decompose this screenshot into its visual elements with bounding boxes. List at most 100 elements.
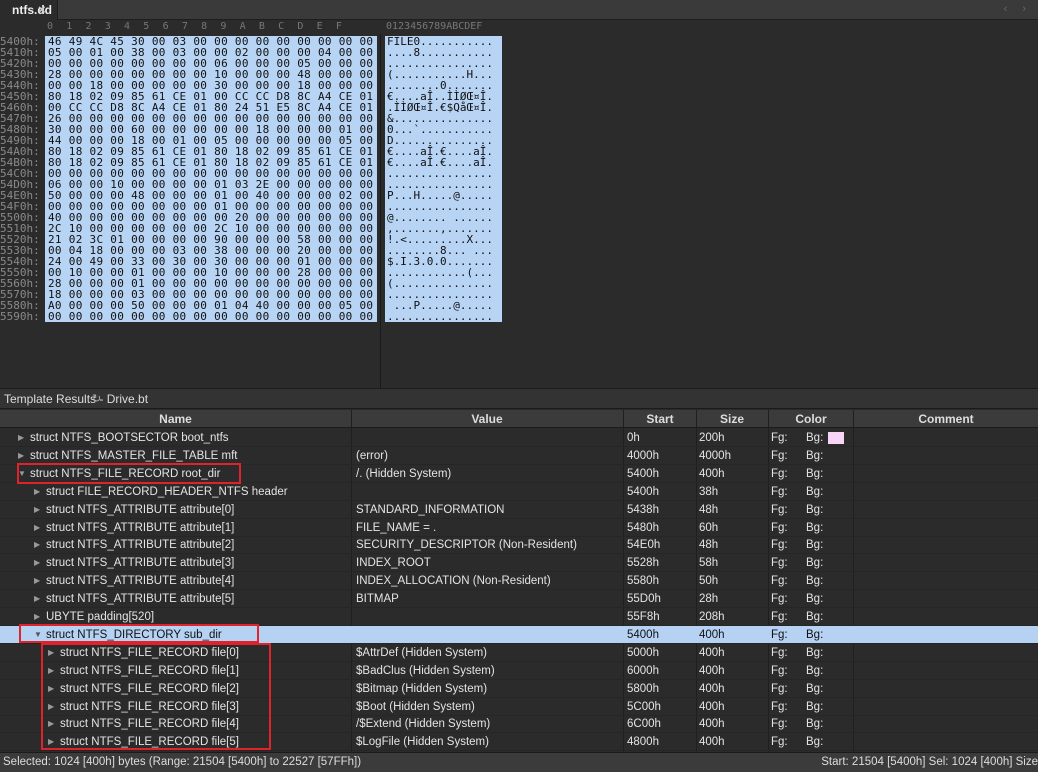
name-cell[interactable]: ▶ struct FILE_RECORD_HEADER_NTFS header: [0, 483, 351, 501]
table-row[interactable]: ▶ struct NTFS_ATTRIBUTE attribute[5] BITMA…: [0, 590, 1038, 609]
name-cell[interactable]: ▶ UBYTE padding[520]: [0, 608, 351, 626]
bg-color-swatch[interactable]: [828, 432, 844, 444]
name-text: struct NTFS_FILE_RECORD file[2]: [60, 682, 239, 695]
fg-cell: Fg:: [771, 682, 788, 695]
table-row[interactable]: ▶ struct NTFS_FILE_RECORD file[1] $BadClus…: [0, 662, 1038, 680]
close-icon[interactable]: ×: [38, 2, 46, 17]
file-tab[interactable]: ntfs.dd ×: [0, 0, 58, 20]
name-cell[interactable]: ▶ struct NTFS_BOOTSECTOR boot_ntfs: [0, 429, 351, 447]
value-cell: FILE_NAME = .: [356, 521, 437, 534]
table-row[interactable]: ▶ UBYTE padding[520] 55F8h 208h Fg: Bg:: [0, 608, 1038, 626]
table-row[interactable]: ▼ struct NTFS_DIRECTORY sub_dir 5400h 400h F…: [0, 625, 1038, 644]
collapsed-triangle-icon[interactable]: ▶: [34, 483, 40, 501]
table-row[interactable]: ▶ struct NTFS_ATTRIBUTE attribute[0] STAND…: [0, 501, 1038, 519]
bg-cell: Bg:: [806, 575, 824, 588]
fg-cell: Fg:: [771, 700, 788, 713]
name-cell[interactable]: ▼ struct NTFS_FILE_RECORD root_dir: [0, 465, 351, 483]
name-cell[interactable]: ▶ struct NTFS_ATTRIBUTE attribute[5]: [0, 590, 351, 608]
size-cell: 208h: [699, 611, 725, 623]
column-header-start[interactable]: Start: [624, 412, 696, 426]
name-text: struct NTFS_FILE_RECORD file[4]: [60, 718, 239, 731]
hex-row-bytes[interactable]: 00 00 00 00 00 00 00 00 00 00 00 00 00 0…: [45, 311, 377, 322]
table-row[interactable]: ▼ struct NTFS_FILE_RECORD root_dir /. (Hid…: [0, 465, 1038, 483]
table-row[interactable]: ▶ struct FILE_RECORD_HEADER_NTFS header 54…: [0, 483, 1038, 501]
value-cell: $LogFile (Hidden System): [356, 736, 489, 749]
expanded-triangle-icon[interactable]: ▼: [18, 465, 26, 483]
collapsed-triangle-icon[interactable]: ▶: [18, 447, 24, 465]
hex-row-ascii[interactable]: ................: [385, 311, 502, 322]
collapsed-triangle-icon[interactable]: ▶: [18, 429, 24, 447]
hex-row-address: 5590h:: [0, 310, 40, 323]
size-cell: 400h: [699, 718, 725, 731]
table-row[interactable]: ▶ struct NTFS_FILE_RECORD file[3] $Boot (H…: [0, 698, 1038, 716]
expanded-triangle-icon[interactable]: ▼: [34, 626, 42, 644]
name-cell[interactable]: ▶ struct NTFS_ATTRIBUTE attribute[4]: [0, 572, 351, 590]
hex-editor[interactable]: 0 1 2 3 4 5 6 7 8 9 A B C D E F 01234567…: [0, 20, 1038, 388]
collapsed-triangle-icon[interactable]: ▶: [48, 662, 54, 680]
bg-cell: Bg:: [806, 700, 824, 713]
start-cell: 5580h: [627, 575, 659, 588]
collapsed-triangle-icon[interactable]: ▶: [48, 644, 54, 662]
collapsed-triangle-icon[interactable]: ▶: [34, 554, 40, 572]
table-row[interactable]: ▶ struct NTFS_BOOTSECTOR boot_ntfs 0h 200h F…: [0, 429, 1038, 447]
table-row[interactable]: ▶ struct NTFS_FILE_RECORD file[2] $Bitmap …: [0, 680, 1038, 698]
collapsed-triangle-icon[interactable]: ▶: [34, 590, 40, 608]
name-cell[interactable]: ▶ struct NTFS_FILE_RECORD file[4]: [0, 715, 351, 733]
table-row[interactable]: ▶ struct NTFS_FILE_RECORD file[5] $LogFile…: [0, 733, 1038, 752]
value-cell: $BadClus (Hidden System): [356, 664, 495, 677]
collapsed-triangle-icon[interactable]: ▶: [34, 608, 40, 626]
size-cell: 28h: [699, 593, 719, 606]
collapsed-triangle-icon[interactable]: ▶: [34, 501, 40, 519]
table-row[interactable]: ▶ struct NTFS_FILE_RECORD file[0] $AttrDef…: [0, 644, 1038, 662]
fg-cell: Fg:: [771, 611, 788, 623]
name-cell[interactable]: ▶ struct NTFS_FILE_RECORD file[3]: [0, 698, 351, 716]
hex-column-header: 0 1 2 3 4 5 6 7 8 9 A B C D E F: [47, 21, 343, 32]
table-row[interactable]: ▶ struct NTFS_ATTRIBUTE attribute[4] INDEX…: [0, 572, 1038, 591]
collapsed-triangle-icon[interactable]: ▶: [34, 572, 40, 590]
table-row[interactable]: ▶ struct NTFS_ATTRIBUTE attribute[1] FILE_…: [0, 519, 1038, 537]
collapsed-triangle-icon[interactable]: ▶: [48, 715, 54, 733]
fg-cell: Fg:: [771, 628, 788, 641]
start-cell: 55D0h: [627, 593, 661, 606]
fg-cell: Fg:: [771, 593, 788, 606]
fg-cell: Fg:: [771, 664, 788, 677]
bg-cell: Bg:: [806, 736, 824, 749]
column-header-color[interactable]: Color: [769, 412, 853, 426]
tab-title[interactable]: ntfs.dd: [12, 3, 52, 17]
column-header-comment[interactable]: Comment: [854, 412, 1038, 426]
collapsed-triangle-icon[interactable]: ▶: [48, 680, 54, 698]
column-header-size[interactable]: Size: [697, 412, 767, 426]
table-row[interactable]: ▶ struct NTFS_ATTRIBUTE attribute[2] SECUR…: [0, 536, 1038, 555]
fg-cell: Fg:: [771, 521, 788, 534]
value-cell: INDEX_ALLOCATION (Non-Resident): [356, 575, 551, 588]
collapsed-triangle-icon[interactable]: ▶: [34, 536, 40, 554]
start-cell: 54E0h: [627, 539, 661, 552]
collapsed-triangle-icon[interactable]: ▶: [48, 733, 54, 751]
name-cell[interactable]: ▶ struct NTFS_ATTRIBUTE attribute[3]: [0, 554, 351, 572]
refresh-icon[interactable]: ↻: [92, 392, 101, 405]
size-cell: 400h: [699, 646, 725, 659]
name-cell[interactable]: ▶ struct NTFS_FILE_RECORD file[5]: [0, 733, 351, 751]
name-cell[interactable]: ▶ struct NTFS_MASTER_FILE_TABLE mft: [0, 447, 351, 465]
tab-scroll-arrows-icon[interactable]: ‹ ›: [1004, 3, 1032, 15]
name-text: struct NTFS_ATTRIBUTE attribute[0]: [46, 503, 235, 516]
size-cell: 48h: [699, 539, 719, 552]
table-row[interactable]: ▶ struct NTFS_FILE_RECORD file[4] /$Extend…: [0, 715, 1038, 734]
collapsed-triangle-icon[interactable]: ▶: [48, 698, 54, 716]
name-text: struct NTFS_FILE_RECORD file[0]: [60, 646, 239, 659]
table-row[interactable]: ▶ struct NTFS_MASTER_FILE_TABLE mft (error…: [0, 447, 1038, 465]
value-cell: /. (Hidden System): [356, 467, 452, 480]
name-cell[interactable]: ▶ struct NTFS_FILE_RECORD file[0]: [0, 644, 351, 662]
name-cell[interactable]: ▶ struct NTFS_ATTRIBUTE attribute[2]: [0, 536, 351, 554]
name-text: struct NTFS_DIRECTORY sub_dir: [46, 628, 222, 641]
name-cell[interactable]: ▶ struct NTFS_ATTRIBUTE attribute[0]: [0, 501, 351, 519]
table-row[interactable]: ▶ struct NTFS_ATTRIBUTE attribute[3] INDEX…: [0, 554, 1038, 573]
name-cell[interactable]: ▼ struct NTFS_DIRECTORY sub_dir: [0, 626, 351, 644]
column-header-value[interactable]: Value: [352, 412, 622, 426]
collapsed-triangle-icon[interactable]: ▶: [34, 519, 40, 537]
column-header-name[interactable]: Name: [0, 412, 351, 426]
name-cell[interactable]: ▶ struct NTFS_ATTRIBUTE attribute[1]: [0, 519, 351, 537]
start-cell: 6000h: [627, 664, 659, 677]
name-cell[interactable]: ▶ struct NTFS_FILE_RECORD file[1]: [0, 662, 351, 680]
name-cell[interactable]: ▶ struct NTFS_FILE_RECORD file[2]: [0, 680, 351, 698]
